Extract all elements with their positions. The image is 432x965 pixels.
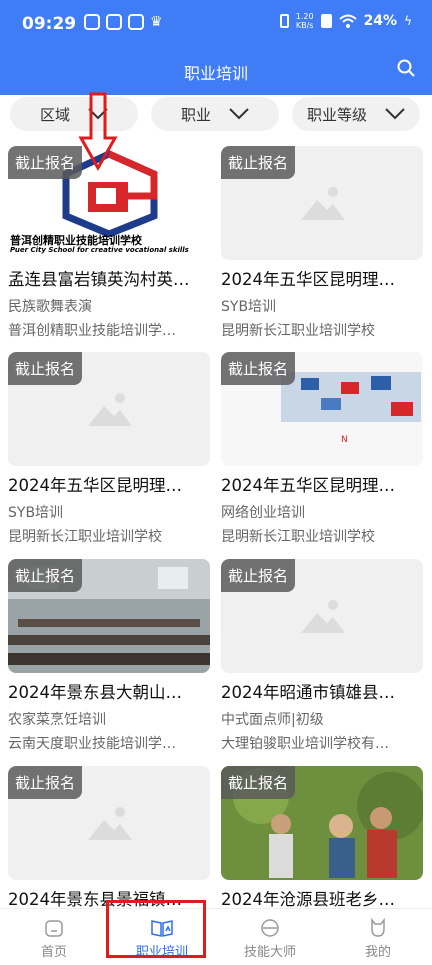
app-notification-icon <box>84 14 100 30</box>
course-school: 昆明新长江职业培训学校 <box>8 529 162 545</box>
course-school: 普洱创精职业技能培训学… <box>8 323 176 339</box>
chevron-down-icon <box>229 108 249 120</box>
course-thumbnail: 截止报名 <box>8 766 210 880</box>
course-category: 民族歌舞表演 <box>8 299 92 315</box>
course-thumbnail: 截止报名 <box>221 766 423 880</box>
tab-mine-label: 我的 <box>364 945 391 960</box>
course-title: 2024年五华区昆明理… <box>221 270 395 289</box>
course-thumbnail: 截止报名 <box>221 559 423 673</box>
status-badge: 截止报名 <box>8 559 83 592</box>
status-time: 09:29 <box>22 14 77 34</box>
course-title: 2024年沧源县班老乡… <box>221 890 395 909</box>
course-school: 云南天度职业技能培训学… <box>8 736 176 752</box>
course-school: 昆明新长江职业培训学校 <box>221 323 375 339</box>
course-category: 农家菜烹饪培训 <box>8 712 106 728</box>
search-icon[interactable] <box>396 58 416 78</box>
svg-text:N: N <box>341 435 348 445</box>
notification-icons: ♛ <box>84 14 163 30</box>
home-icon <box>45 920 63 937</box>
header-bar: 09:29 ♛ 1.20 KB/s 24% ϟ 职业培训 <box>0 0 432 95</box>
network-speed: 1.20 KB/s <box>296 12 314 30</box>
wifi-icon <box>338 14 357 28</box>
course-thumbnail: 截止报名 <box>8 559 210 673</box>
filter-occupation-label: 职业 <box>180 105 211 124</box>
course-thumbnail: 截止报名 <box>8 352 210 466</box>
course-title: 孟连县富岩镇英沟村英… <box>8 270 190 289</box>
filter-region[interactable]: 区域 <box>10 97 138 131</box>
image-placeholder-icon <box>301 187 345 220</box>
school-logo-en: Puer City School for creative vocational… <box>10 246 189 254</box>
status-badge: 截止报名 <box>221 766 296 799</box>
course-thumbnail: N 截止报名 <box>221 352 423 466</box>
network-speed-value: 1.20 <box>295 12 314 21</box>
course-title: 2024年景东县大朝山… <box>8 683 182 702</box>
image-placeholder-icon <box>301 600 345 633</box>
status-badge: 截止报名 <box>8 352 83 385</box>
course-title: 2024年昭通市镇雄县… <box>221 683 395 702</box>
course-school: 昆明新长江职业培训学校 <box>221 529 375 545</box>
tab-mine[interactable]: 我的 <box>324 909 432 965</box>
status-badge: 截止报名 <box>221 146 296 179</box>
battery-level: 24% <box>363 13 398 29</box>
status-bar: 09:29 ♛ 1.20 KB/s 24% ϟ <box>0 0 432 48</box>
image-placeholder-icon <box>88 807 132 840</box>
highlight-box <box>106 900 206 958</box>
tab-skill-master[interactable]: 技能大师 <box>216 909 324 965</box>
chevron-down-icon <box>385 108 405 120</box>
tab-home-label: 首页 <box>40 945 67 960</box>
network-speed-unit: KB/s <box>295 21 314 30</box>
filter-region-label: 区域 <box>39 105 70 124</box>
image-placeholder-icon <box>88 393 132 426</box>
status-badge: 截止报名 <box>221 559 296 592</box>
annotation-arrow-icon <box>78 92 118 172</box>
course-title: 2024年五华区昆明理… <box>221 476 395 495</box>
crown-icon: ♛ <box>150 14 163 30</box>
filter-level-label: 职业等级 <box>306 105 367 124</box>
filter-occupation[interactable]: 职业 <box>151 97 279 131</box>
course-category: SYB培训 <box>221 299 277 315</box>
tab-skill-master-label: 技能大师 <box>243 945 296 960</box>
app-notification-icon <box>106 14 122 30</box>
charging-icon: ϟ <box>404 14 412 28</box>
course-category: 中式面点师|初级 <box>221 712 324 728</box>
filter-level[interactable]: 职业等级 <box>292 97 420 131</box>
tab-home[interactable]: 首页 <box>0 909 108 965</box>
page-title: 职业培训 <box>183 64 248 83</box>
mail-icon <box>128 14 144 30</box>
system-icons: 1.20 KB/s 24% ϟ <box>279 12 412 30</box>
vibrate-icon <box>279 14 289 28</box>
course-title: 2024年五华区昆明理… <box>8 476 182 495</box>
filter-bar: 区域 职业 职业等级 <box>0 95 432 137</box>
course-category: 网络创业培训 <box>221 505 305 521</box>
status-badge: 截止报名 <box>8 146 83 179</box>
bottom-tab-bar: 首页 职业培训 技能大师 我的 <box>0 908 432 965</box>
profile-icon <box>371 917 385 937</box>
status-badge: 截止报名 <box>8 766 83 799</box>
status-badge: 截止报名 <box>221 352 296 385</box>
master-icon <box>261 919 279 937</box>
sim-icon <box>320 14 332 28</box>
course-category: SYB培训 <box>8 505 64 521</box>
course-school: 大理铂骏职业培训学校有… <box>221 736 389 752</box>
course-thumbnail: 截止报名 <box>221 146 423 260</box>
